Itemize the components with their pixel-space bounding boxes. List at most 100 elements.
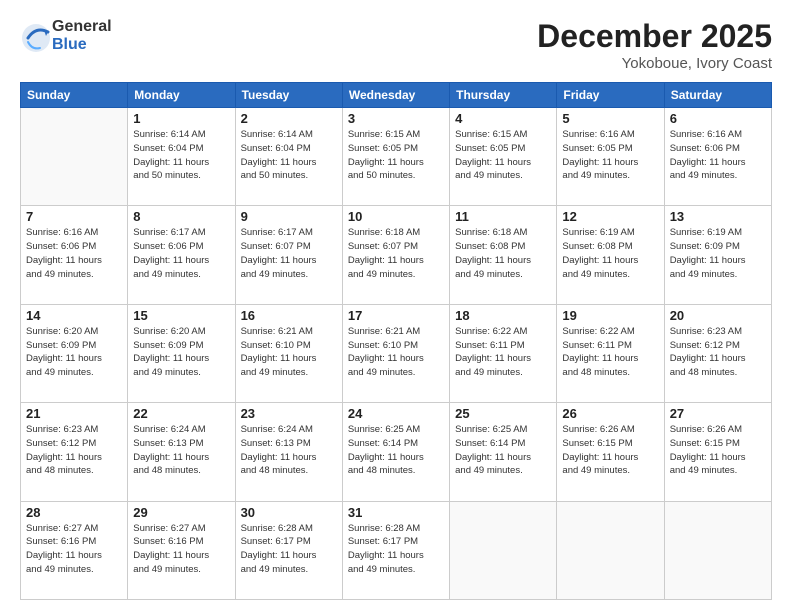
day-number: 10 xyxy=(348,209,444,224)
day-number: 29 xyxy=(133,505,229,520)
calendar-cell xyxy=(664,501,771,599)
day-number: 22 xyxy=(133,406,229,421)
day-info: Sunrise: 6:27 AM Sunset: 6:16 PM Dayligh… xyxy=(133,522,229,577)
day-number: 7 xyxy=(26,209,122,224)
day-info: Sunrise: 6:28 AM Sunset: 6:17 PM Dayligh… xyxy=(241,522,337,577)
calendar-cell: 2Sunrise: 6:14 AM Sunset: 6:04 PM Daylig… xyxy=(235,108,342,206)
calendar-table: Sunday Monday Tuesday Wednesday Thursday… xyxy=(20,82,772,600)
day-number: 20 xyxy=(670,308,766,323)
calendar-cell xyxy=(21,108,128,206)
calendar-cell: 4 Sunrise: 6:15 AM Sunset: 6:05 PM Daylig… xyxy=(450,108,557,206)
calendar-week-3: 21 Sunrise: 6:23 AM Sunset: 6:12 PM Dayli… xyxy=(21,403,772,501)
day-info: Sunrise: 6:25 AM Sunset: 6:14 PM Dayligh… xyxy=(348,423,444,478)
col-sunday: Sunday xyxy=(21,83,128,108)
day-info: Sunrise: 6:25 AM Sunset: 6:14 PM Dayligh… xyxy=(455,423,551,478)
day-number: 12 xyxy=(562,209,658,224)
calendar-week-2: 14 Sunrise: 6:20 AM Sunset: 6:09 PM Dayli… xyxy=(21,304,772,402)
day-number: 14 xyxy=(26,308,122,323)
day-info: Sunrise: 6:26 AM Sunset: 6:15 PM Dayligh… xyxy=(670,423,766,478)
day-number: 31 xyxy=(348,505,444,520)
day-number: 6 xyxy=(670,111,766,126)
day-number: 1 xyxy=(133,111,229,126)
day-number: 9 xyxy=(241,209,337,224)
day-info: Sunrise: 6:20 AM Sunset: 6:09 PM Dayligh… xyxy=(133,325,229,380)
day-number: 19 xyxy=(562,308,658,323)
day-number: 25 xyxy=(455,406,551,421)
calendar-cell: 22 Sunrise: 6:24 AM Sunset: 6:13 PM Dayli… xyxy=(128,403,235,501)
title-block: December 2025 Yokoboue, Ivory Coast xyxy=(537,18,772,72)
header: General Blue December 2025 Yokoboue, Ivo… xyxy=(20,18,772,72)
calendar-cell: 8 Sunrise: 6:17 AM Sunset: 6:06 PM Daylig… xyxy=(128,206,235,304)
day-info: Sunrise: 6:16 AM Sunset: 6:06 PM Dayligh… xyxy=(26,226,122,281)
calendar-week-4: 28 Sunrise: 6:27 AM Sunset: 6:16 PM Dayli… xyxy=(21,501,772,599)
calendar-cell: 6 Sunrise: 6:16 AM Sunset: 6:06 PM Daylig… xyxy=(664,108,771,206)
day-info: Sunrise: 6:16 AM Sunset: 6:06 PM Dayligh… xyxy=(670,128,766,183)
logo-general-text: General xyxy=(52,18,112,36)
calendar-cell: 14 Sunrise: 6:20 AM Sunset: 6:09 PM Dayli… xyxy=(21,304,128,402)
calendar-cell: 12 Sunrise: 6:19 AM Sunset: 6:08 PM Dayli… xyxy=(557,206,664,304)
day-number: 17 xyxy=(348,308,444,323)
logo-icon xyxy=(20,22,48,50)
day-number: 5 xyxy=(562,111,658,126)
calendar-cell: 13 Sunrise: 6:19 AM Sunset: 6:09 PM Dayli… xyxy=(664,206,771,304)
location-subtitle: Yokoboue, Ivory Coast xyxy=(537,55,772,72)
day-info: Sunrise: 6:24 AM Sunset: 6:13 PM Dayligh… xyxy=(133,423,229,478)
col-wednesday: Wednesday xyxy=(342,83,449,108)
calendar-cell xyxy=(450,501,557,599)
calendar-cell: 1Sunrise: 6:14 AM Sunset: 6:04 PM Daylig… xyxy=(128,108,235,206)
calendar-cell: 23Sunrise: 6:24 AM Sunset: 6:13 PM Dayli… xyxy=(235,403,342,501)
calendar-cell: 17Sunrise: 6:21 AM Sunset: 6:10 PM Dayli… xyxy=(342,304,449,402)
day-number: 13 xyxy=(670,209,766,224)
page: General Blue December 2025 Yokoboue, Ivo… xyxy=(0,0,792,612)
day-number: 8 xyxy=(133,209,229,224)
day-number: 4 xyxy=(455,111,551,126)
day-number: 26 xyxy=(562,406,658,421)
calendar-week-0: 1 Sunrise: 6:14 AM Sunset: 6:04 PM Daylig… xyxy=(21,108,772,206)
calendar-cell: 16 Sunrise: 6:21 AM Sunset: 6:10 PM Dayli… xyxy=(235,304,342,402)
col-monday: Monday xyxy=(128,83,235,108)
day-info: Sunrise: 6:21 AM Sunset: 6:10 PM Dayligh… xyxy=(241,325,337,380)
month-title: December 2025 xyxy=(537,18,772,55)
calendar-cell xyxy=(557,501,664,599)
calendar-cell: 27 Sunrise: 6:26 AM Sunset: 6:15 PM Dayli… xyxy=(664,403,771,501)
calendar-cell: 24 Sunrise: 6:25 AM Sunset: 6:14 PM Dayli… xyxy=(342,403,449,501)
day-info: Sunrise: 6:15 AM Sunset: 6:05 PM Dayligh… xyxy=(455,128,551,183)
day-number: 28 xyxy=(26,505,122,520)
day-number: 3 xyxy=(348,111,444,126)
day-info: Sunrise: 6:16 AM Sunset: 6:05 PM Dayligh… xyxy=(562,128,658,183)
day-number: 11 xyxy=(455,209,551,224)
day-info: Sunrise: 6:23 AM Sunset: 6:12 PM Dayligh… xyxy=(670,325,766,380)
calendar-cell: 18Sunrise: 6:22 AM Sunset: 6:11 PM Dayli… xyxy=(450,304,557,402)
day-number: 27 xyxy=(670,406,766,421)
day-number: 16 xyxy=(241,308,337,323)
calendar-cell: 11 Sunrise: 6:18 AM Sunset: 6:08 PM Dayli… xyxy=(450,206,557,304)
day-info: Sunrise: 6:19 AM Sunset: 6:09 PM Dayligh… xyxy=(670,226,766,281)
day-number: 30 xyxy=(241,505,337,520)
day-info: Sunrise: 6:28 AM Sunset: 6:17 PM Dayligh… xyxy=(348,522,444,577)
calendar-cell: 25 Sunrise: 6:25 AM Sunset: 6:14 PM Dayli… xyxy=(450,403,557,501)
calendar-cell: 9Sunrise: 6:17 AM Sunset: 6:07 PM Daylig… xyxy=(235,206,342,304)
day-number: 21 xyxy=(26,406,122,421)
day-info: Sunrise: 6:17 AM Sunset: 6:06 PM Dayligh… xyxy=(133,226,229,281)
day-info: Sunrise: 6:24 AM Sunset: 6:13 PM Dayligh… xyxy=(241,423,337,478)
calendar-cell: 21 Sunrise: 6:23 AM Sunset: 6:12 PM Dayli… xyxy=(21,403,128,501)
calendar-header-row: Sunday Monday Tuesday Wednesday Thursday… xyxy=(21,83,772,108)
logo-text: General Blue xyxy=(52,18,112,53)
day-info: Sunrise: 6:22 AM Sunset: 6:11 PM Dayligh… xyxy=(455,325,551,380)
col-thursday: Thursday xyxy=(450,83,557,108)
calendar-week-1: 7 Sunrise: 6:16 AM Sunset: 6:06 PM Daylig… xyxy=(21,206,772,304)
day-info: Sunrise: 6:23 AM Sunset: 6:12 PM Dayligh… xyxy=(26,423,122,478)
day-number: 15 xyxy=(133,308,229,323)
day-info: Sunrise: 6:14 AM Sunset: 6:04 PM Dayligh… xyxy=(241,128,337,183)
calendar-cell: 28Sunrise: 6:27 AM Sunset: 6:16 PM Dayli… xyxy=(21,501,128,599)
calendar-cell: 31 Sunrise: 6:28 AM Sunset: 6:17 PM Dayli… xyxy=(342,501,449,599)
day-info: Sunrise: 6:18 AM Sunset: 6:07 PM Dayligh… xyxy=(348,226,444,281)
day-info: Sunrise: 6:19 AM Sunset: 6:08 PM Dayligh… xyxy=(562,226,658,281)
day-info: Sunrise: 6:26 AM Sunset: 6:15 PM Dayligh… xyxy=(562,423,658,478)
calendar-cell: 29 Sunrise: 6:27 AM Sunset: 6:16 PM Dayli… xyxy=(128,501,235,599)
col-saturday: Saturday xyxy=(664,83,771,108)
day-info: Sunrise: 6:18 AM Sunset: 6:08 PM Dayligh… xyxy=(455,226,551,281)
day-info: Sunrise: 6:15 AM Sunset: 6:05 PM Dayligh… xyxy=(348,128,444,183)
day-number: 24 xyxy=(348,406,444,421)
day-info: Sunrise: 6:20 AM Sunset: 6:09 PM Dayligh… xyxy=(26,325,122,380)
